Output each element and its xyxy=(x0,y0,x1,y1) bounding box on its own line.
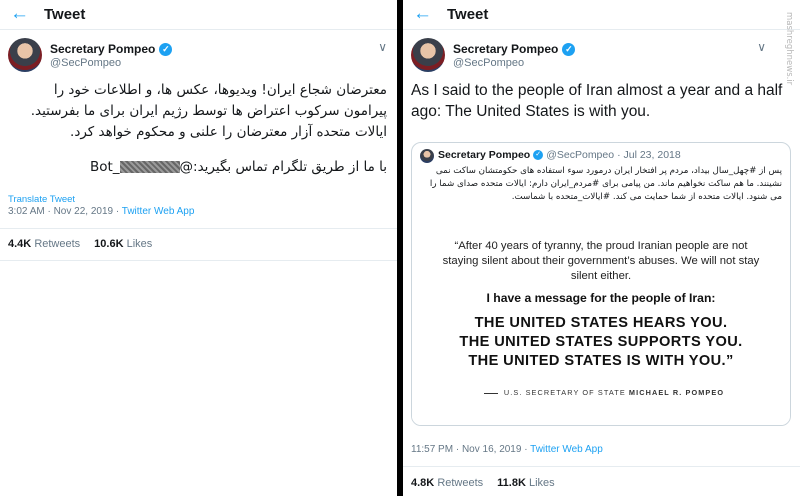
quoted-user-name: Secretary Pompeo xyxy=(438,149,531,161)
tweet-meta: 3:02 AM · Nov 22, 2019 · Twitter Web App xyxy=(8,206,194,217)
likes-label: Likes xyxy=(528,477,555,489)
header-title: Tweet xyxy=(447,6,489,23)
tweet-stats: 4.4K Retweets 10.6K Likes xyxy=(8,238,152,250)
user-name-text: Secretary Pompeo xyxy=(50,42,156,56)
signature-title: U.S. SECRETARY OF STATE xyxy=(503,388,629,397)
quote-image-card: “After 40 years of tyranny, the proud Ir… xyxy=(412,215,790,425)
tweet-text: معترضان شجاع ایران! ویدیوها، عکس ها، و ا… xyxy=(6,80,387,178)
tweet-contact-line: با ما از طریق تلگرام تماس بگیرید:@ _Bot xyxy=(6,157,387,178)
tweet-meta: 11:57 PM · Nov 16, 2019 · Twitter Web Ap… xyxy=(411,444,603,455)
likes-count: 10.6K xyxy=(94,238,124,250)
verified-badge-icon: ✓ xyxy=(159,42,173,56)
redacted-username xyxy=(119,161,180,173)
avatar[interactable] xyxy=(411,38,445,72)
quoted-text: پس از #چهل_سال بیداد، مردم پر افتخار ایر… xyxy=(429,166,782,202)
retweets-count: 4.8K xyxy=(411,477,435,489)
back-arrow-icon[interactable]: ← xyxy=(10,4,29,24)
tweet-header: ← Tweet xyxy=(0,0,397,30)
user-handle[interactable]: @SecPompeo xyxy=(50,57,121,69)
tweet-text: As I said to the people of Iran almost a… xyxy=(411,82,783,120)
translate-tweet-link[interactable]: Translate Tweet xyxy=(8,194,75,205)
right-tweet-panel: ← Tweet Secretary Pompeo ✓ @SecPompeo ∨ … xyxy=(403,0,800,496)
contact-prefix: با ما از طریق تلگرام تماس بگیرید:@ xyxy=(179,159,387,175)
user-name[interactable]: Secretary Pompeo ✓ xyxy=(50,42,173,56)
likes-stat[interactable]: 11.8K Likes xyxy=(497,477,555,489)
quoted-avatar xyxy=(420,149,434,163)
quoted-date: · Jul 23, 2018 xyxy=(617,149,681,161)
retweets-label: Retweets xyxy=(34,238,81,250)
back-arrow-icon[interactable]: ← xyxy=(413,4,432,24)
retweets-stat[interactable]: 4.8K Retweets xyxy=(411,477,483,489)
tweet-header: ← Tweet xyxy=(403,0,800,30)
retweets-stat[interactable]: 4.4K Retweets xyxy=(8,238,80,250)
retweets-label: Retweets xyxy=(437,477,484,489)
card-line-with-you: THE UNITED STATES IS WITH YOU.” xyxy=(468,353,734,369)
retweets-count: 4.4K xyxy=(8,238,32,250)
timestamp: 11:57 PM · Nov 16, 2019 · xyxy=(411,444,531,455)
quoted-header: Secretary Pompeo ✓ @SecPompeo · Jul 23, … xyxy=(438,149,681,161)
user-handle[interactable]: @SecPompeo xyxy=(453,57,524,69)
contact-suffix[interactable]: _Bot xyxy=(90,159,120,175)
card-message: I have a message for the people of Iran: xyxy=(486,291,716,305)
tweet-text-line: ایالات متحده آزار معترضان را علنی و محکو… xyxy=(70,124,387,140)
quoted-tweet[interactable]: Secretary Pompeo ✓ @SecPompeo · Jul 23, … xyxy=(411,142,791,426)
quoted-handle: @SecPompeo xyxy=(546,149,615,161)
source-link[interactable]: Twitter Web App xyxy=(530,444,603,455)
card-line-hears: THE UNITED STATES HEARS YOU. xyxy=(474,315,728,331)
user-name-text: Secretary Pompeo xyxy=(453,42,559,56)
tweet-stats: 4.8K Retweets 11.8K Likes xyxy=(411,477,555,489)
tweet-text-line: معترضان شجاع ایران! ویدیوها، عکس ها، و ا… xyxy=(53,82,387,98)
tweet-text-line: پیرامون سرکوب اعتراض ها توسط رژیم ایران … xyxy=(30,103,387,119)
likes-count: 11.8K xyxy=(497,477,526,489)
card-line-supports: THE UNITED STATES SUPPORTS YOU. xyxy=(459,334,743,350)
card-quote: “After 40 years of tyranny, the proud Ir… xyxy=(442,240,760,282)
avatar[interactable] xyxy=(8,38,42,72)
header-title: Tweet xyxy=(44,6,86,23)
user-name[interactable]: Secretary Pompeo ✓ xyxy=(453,42,576,56)
timestamp: 3:02 AM · Nov 22, 2019 · xyxy=(8,206,122,217)
likes-label: Likes xyxy=(126,238,153,250)
signature-name: MICHAEL R. POMPEO xyxy=(628,388,725,397)
verified-badge-icon: ✓ xyxy=(533,150,544,160)
likes-stat[interactable]: 10.6K Likes xyxy=(94,238,152,250)
verified-badge-icon: ✓ xyxy=(562,42,576,56)
card-signature: U.S. SECRETARY OF STATE MICHAEL R. POMPE… xyxy=(412,388,790,397)
chevron-down-icon[interactable]: ∨ xyxy=(378,40,387,54)
chevron-down-icon[interactable]: ∨ xyxy=(757,40,766,54)
source-link[interactable]: Twitter Web App xyxy=(122,206,195,217)
left-tweet-panel: ← Tweet Secretary Pompeo ✓ @SecPompeo ∨ … xyxy=(0,0,397,496)
